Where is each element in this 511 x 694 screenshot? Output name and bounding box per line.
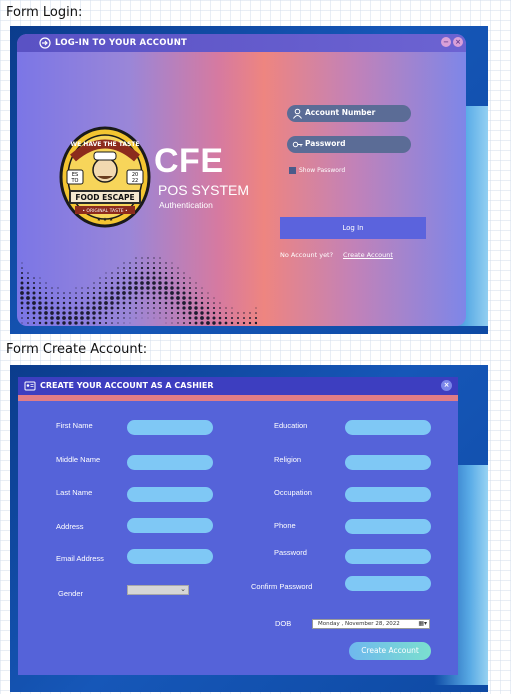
gender-select[interactable]: ⌄: [127, 585, 189, 595]
middle-name-input[interactable]: [127, 455, 213, 470]
confirm-password-input[interactable]: [345, 576, 431, 591]
brand-subtitle: POS SYSTEM: [158, 182, 250, 198]
svg-text:TO: TO: [71, 178, 79, 184]
phone-input[interactable]: [345, 519, 431, 534]
food-escape-logo: WE HAVE THE TASTE ES TO 20 22 FOOD ESCAP…: [59, 126, 151, 228]
login-title: LOG-IN TO YOUR ACCOUNT: [55, 38, 188, 48]
confirm-password-label: Confirm Password: [251, 582, 313, 591]
last-name-label: Last Name: [56, 488, 93, 497]
dob-date-picker[interactable]: Monday , November 28, 2022 ▦▾: [312, 619, 430, 629]
close-button[interactable]: ×: [453, 37, 463, 47]
create-account-title: CREATE YOUR ACCOUNT AS A CASHIER: [40, 381, 214, 390]
phone-label: Phone: [274, 521, 296, 530]
email-address-label: Email Address: [56, 554, 104, 563]
svg-text:22: 22: [132, 178, 138, 184]
close-button[interactable]: ×: [441, 380, 452, 391]
login-title-bar: LOG-IN TO YOUR ACCOUNT − ×: [17, 34, 466, 52]
religion-input[interactable]: [345, 455, 431, 470]
show-password-checkbox[interactable]: [289, 167, 296, 174]
education-input[interactable]: [345, 420, 431, 435]
password-label: Password: [274, 548, 307, 557]
education-label: Education: [274, 421, 308, 430]
title-accent-stripe: [18, 395, 458, 401]
gender-label: Gender: [58, 589, 84, 598]
key-icon: [292, 141, 303, 148]
email-address-input[interactable]: [127, 549, 213, 564]
calendar-icon: ▦▾: [418, 620, 427, 627]
dob-value: Monday , November 28, 2022: [318, 621, 400, 627]
no-account-text: No Account yet?: [280, 251, 334, 259]
svg-text:FOOD ESCAPE: FOOD ESCAPE: [75, 193, 134, 202]
login-screenshot: LOG-IN TO YOUR ACCOUNT − × WE HAVE THE T…: [10, 26, 488, 334]
dob-label: DOB: [275, 619, 292, 628]
create-account-title-bar: CREATE YOUR ACCOUNT AS A CASHIER ×: [18, 377, 458, 395]
svg-text:• ORIGINAL TASTE •: • ORIGINAL TASTE •: [82, 208, 127, 214]
first-name-input[interactable]: [127, 420, 213, 435]
user-icon: [293, 108, 302, 119]
create-account-window: CREATE YOUR ACCOUNT AS A CASHIER × First…: [18, 377, 458, 675]
svg-text:★ ★ ★: ★ ★ ★: [97, 217, 114, 223]
password-input[interactable]: Password: [287, 136, 411, 153]
last-name-input[interactable]: [127, 487, 213, 502]
middle-name-label: Middle Name: [56, 455, 101, 464]
chevron-down-icon: ⌄: [180, 585, 186, 593]
login-button[interactable]: Log In: [280, 217, 426, 239]
create-account-button[interactable]: Create Account: [349, 642, 431, 660]
password-placeholder: Password: [305, 139, 346, 148]
password-input[interactable]: [345, 549, 431, 564]
login-arrow-icon: [39, 37, 51, 49]
address-label: Address: [56, 522, 84, 531]
account-number-placeholder: Account Number: [305, 108, 376, 117]
authentication-label: Authentication: [159, 200, 213, 210]
caption-login: Form Login:: [6, 5, 83, 20]
login-window: LOG-IN TO YOUR ACCOUNT − × WE HAVE THE T…: [17, 34, 466, 326]
address-input[interactable]: [127, 518, 213, 533]
halftone-wave-decoration: [20, 257, 257, 325]
brand-title: CFE: [154, 142, 224, 180]
id-card-icon: [24, 381, 36, 391]
show-password-label: Show Password: [299, 167, 346, 174]
occupation-label: Occupation: [274, 488, 312, 497]
svg-text:WE HAVE THE TASTE: WE HAVE THE TASTE: [71, 141, 140, 148]
occupation-input[interactable]: [345, 487, 431, 502]
caption-create-account: Form Create Account:: [6, 342, 148, 357]
religion-label: Religion: [274, 455, 302, 464]
account-number-input[interactable]: Account Number: [287, 105, 411, 122]
first-name-label: First Name: [56, 421, 93, 430]
create-account-screenshot: CREATE YOUR ACCOUNT AS A CASHIER × First…: [10, 365, 488, 692]
create-account-link[interactable]: Create Account: [343, 251, 393, 259]
minimize-button[interactable]: −: [441, 37, 451, 47]
